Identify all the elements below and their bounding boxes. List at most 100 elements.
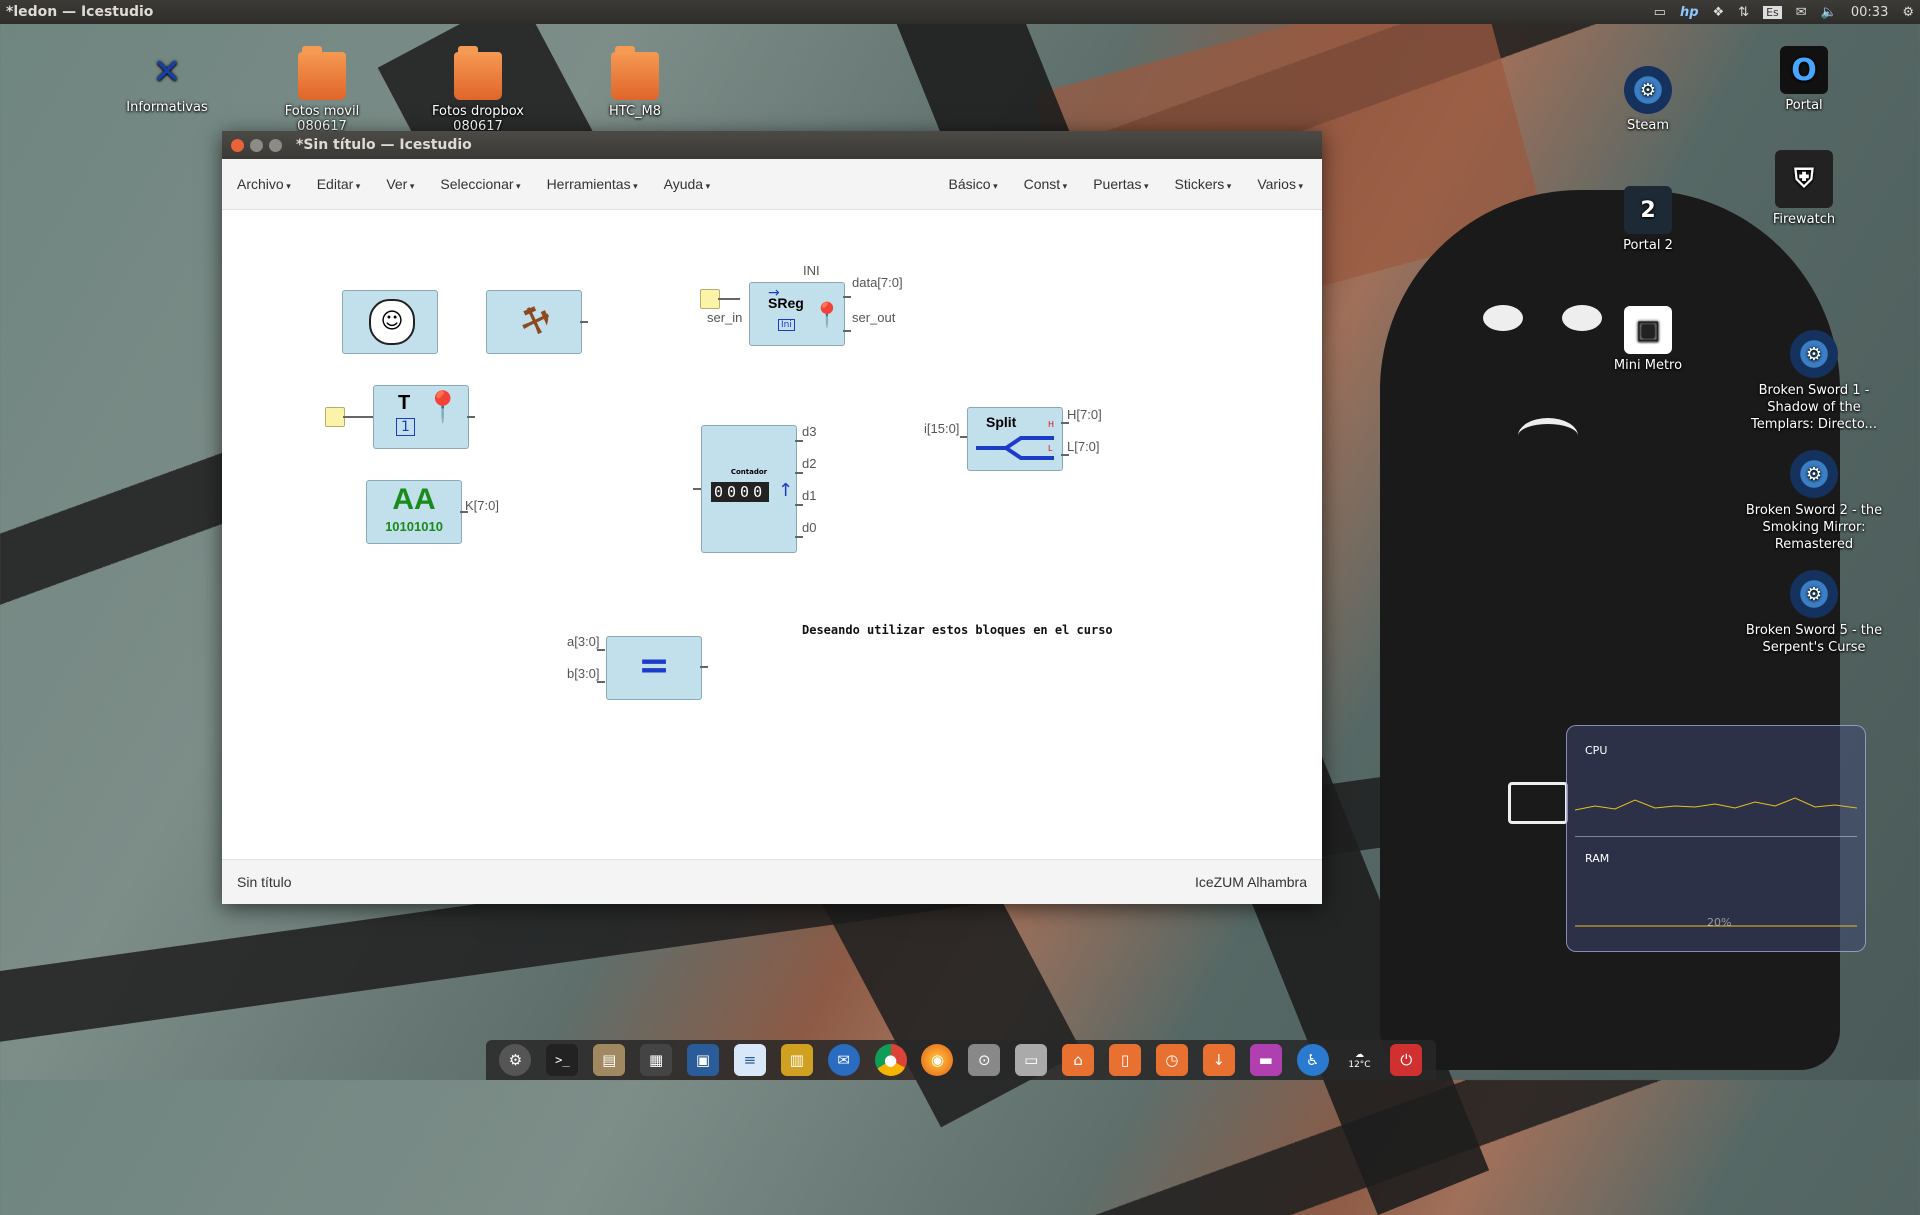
screen-record-icon[interactable]: ▬ [1249,1044,1282,1076]
menu-const[interactable]: Const [1011,176,1081,192]
hammer-sticker-block[interactable]: ⚒ [486,290,582,354]
volume-icon[interactable]: 🔈 [1821,5,1837,20]
menu-seleccionar[interactable]: Seleccionar [427,176,533,192]
settings-icon[interactable]: ⚙ [499,1044,532,1076]
downloads-folder-icon[interactable]: ↓ [1202,1044,1235,1076]
power-icon[interactable]: ⏻ [1390,1044,1423,1076]
desktop-icon-fotos-movil[interactable]: Fotos movil 080617 [262,46,382,134]
menu-ver[interactable]: Ver [373,176,427,192]
troll-sticker-block[interactable]: ☺ [342,290,438,354]
input-pin [597,681,605,683]
t-badge: 1 [396,418,415,436]
statusbar: Sin título IceZUM Alhambra [222,859,1322,904]
clock[interactable]: 00:33 [1851,5,1888,20]
minimize-button[interactable] [250,138,263,152]
hp-icon[interactable]: hp [1680,5,1699,20]
mail-icon[interactable]: ✉ [1796,5,1807,20]
counter-block[interactable]: Contador 0000 ↑ [701,425,797,553]
desktop-icon-fotos-dropbox[interactable]: Fotos dropbox 080617 [418,46,538,134]
menu-stickers[interactable]: Stickers [1161,176,1244,192]
wallpaper-mouth [1518,418,1578,454]
gear-icon[interactable]: ⚙ [1902,5,1914,20]
workspace-icon[interactable]: ▦ [640,1044,673,1076]
desktop-icon-mini-metro[interactable]: ▣ Mini Metro [1588,306,1708,373]
wire [343,416,373,418]
menu-archivo[interactable]: Archivo [222,176,304,192]
compare-b-label: b[3:0] [567,666,600,681]
firefox-icon[interactable]: ◉ [921,1044,954,1076]
compare-symbol: = [638,643,670,687]
window-glyph-icon [1508,782,1568,824]
disk-icon[interactable]: ⊙ [968,1044,1001,1076]
home-folder-icon[interactable]: ⌂ [1062,1044,1095,1076]
history-folder-icon[interactable]: ◷ [1155,1044,1188,1076]
desktop-icon-broken-sword-2[interactable]: ⚙ Broken Sword 2 - the Smoking Mirror: R… [1744,450,1884,553]
keyboard-layout[interactable]: Es [1763,5,1782,19]
cpu-label: CPU [1585,744,1608,757]
desktop-icon-portal[interactable]: O Portal [1744,46,1864,113]
desktop-icon-broken-sword-1[interactable]: ⚙ Broken Sword 1 - Shadow of the Templar… [1744,330,1884,433]
archive-icon[interactable]: ▤ [593,1044,626,1076]
design-canvas[interactable]: ☺ ⚒ INI ser_in SReg → Ini 📍 data[7:0] se… [222,210,1322,867]
output-pin [467,416,475,418]
terminal-icon[interactable]: >_ [546,1044,579,1076]
maximize-button[interactable] [269,138,282,152]
sreg-data-label: data[7:0] [852,275,903,290]
sreg-arrow-icon: → [768,285,780,301]
chrome-icon[interactable]: ● [874,1044,907,1076]
dropbox-icon[interactable]: ❖ [1713,5,1725,20]
constant-block[interactable]: AA 10101010 [366,480,462,544]
split-l-label: L[7:0] [1067,439,1100,454]
graph-divider [1575,836,1857,837]
sreg-input-port[interactable] [700,289,720,309]
document-icon[interactable]: ≡ [733,1044,766,1076]
system-monitor-widget[interactable]: CPU RAM 20% [1566,725,1866,952]
output-pin [795,504,803,506]
desktop-icon-firewatch[interactable]: ⛨ Firewatch [1744,150,1864,227]
output-pin [700,666,708,668]
folder-icon [611,46,659,100]
info-note[interactable]: Deseando utilizar estos bloques en el cu… [802,623,1113,637]
split-h-label: H[7:0] [1067,407,1102,422]
split-block[interactable]: Split H L [967,407,1063,471]
portal-2-icon: 2 [1624,186,1672,234]
mini-metro-icon: ▣ [1624,306,1672,354]
board-name[interactable]: IceZUM Alhambra [1195,874,1322,890]
screenshot-icon[interactable]: ▣ [687,1044,719,1076]
menu-editar[interactable]: Editar [304,176,374,192]
menu-herramientas[interactable]: Herramientas [534,176,651,192]
top-panel: *ledon — Icestudio ▭ hp ❖ ⇅ Es ✉ 🔈 00:33… [0,0,1920,24]
thunderbird-icon[interactable]: ✉ [827,1044,860,1076]
menu-varios[interactable]: Varios [1244,176,1316,192]
drive-icon[interactable]: ▭ [1015,1044,1048,1076]
output-pin [843,330,851,332]
menu-ayuda[interactable]: Ayuda [651,176,723,192]
split-title: Split [986,414,1017,430]
network-icon[interactable]: ⇅ [1738,5,1749,20]
sreg-block[interactable]: SReg → Ini 📍 [749,282,845,346]
close-button[interactable] [231,138,244,152]
screen-icon[interactable]: ▭ [1654,5,1666,20]
accessibility-icon[interactable]: ♿ [1296,1044,1329,1076]
portal-icon: O [1780,46,1828,94]
const-label: AA [392,483,436,516]
documents-folder-icon[interactable]: ▯ [1109,1044,1142,1076]
pin-icon: 📍 [812,301,842,329]
image-viewer-icon[interactable]: ▥ [780,1044,813,1076]
desktop-icon-htc-m8[interactable]: HTC_M8 [575,46,695,119]
t-input-port[interactable] [325,407,345,427]
desktop-icon-steam[interactable]: ⚙ Steam [1588,66,1708,133]
desktop-icon-label: Informativas [126,100,208,115]
comparator-block[interactable]: = [606,636,702,700]
t-flipflop-block[interactable]: T 1 📍 [373,385,469,449]
desktop-icon-informativas[interactable]: ✕ Informativas [107,48,227,115]
desktop-icon-label: HTC_M8 [608,104,662,119]
weather-icon[interactable]: ☁ 12°C [1343,1044,1375,1076]
desktop-icon-portal-2[interactable]: 2 Portal 2 [1588,186,1708,253]
desktop-icon-label: Mini Metro [1613,358,1683,373]
menu-basico[interactable]: Básico [936,176,1011,192]
desktop-icon-broken-sword-5[interactable]: ⚙ Broken Sword 5 - the Serpent's Curse [1744,570,1884,656]
window-titlebar[interactable]: *Sin título — Icestudio [222,131,1322,159]
desktop-icon-label: Portal [1785,98,1823,113]
menu-puertas[interactable]: Puertas [1080,176,1161,192]
